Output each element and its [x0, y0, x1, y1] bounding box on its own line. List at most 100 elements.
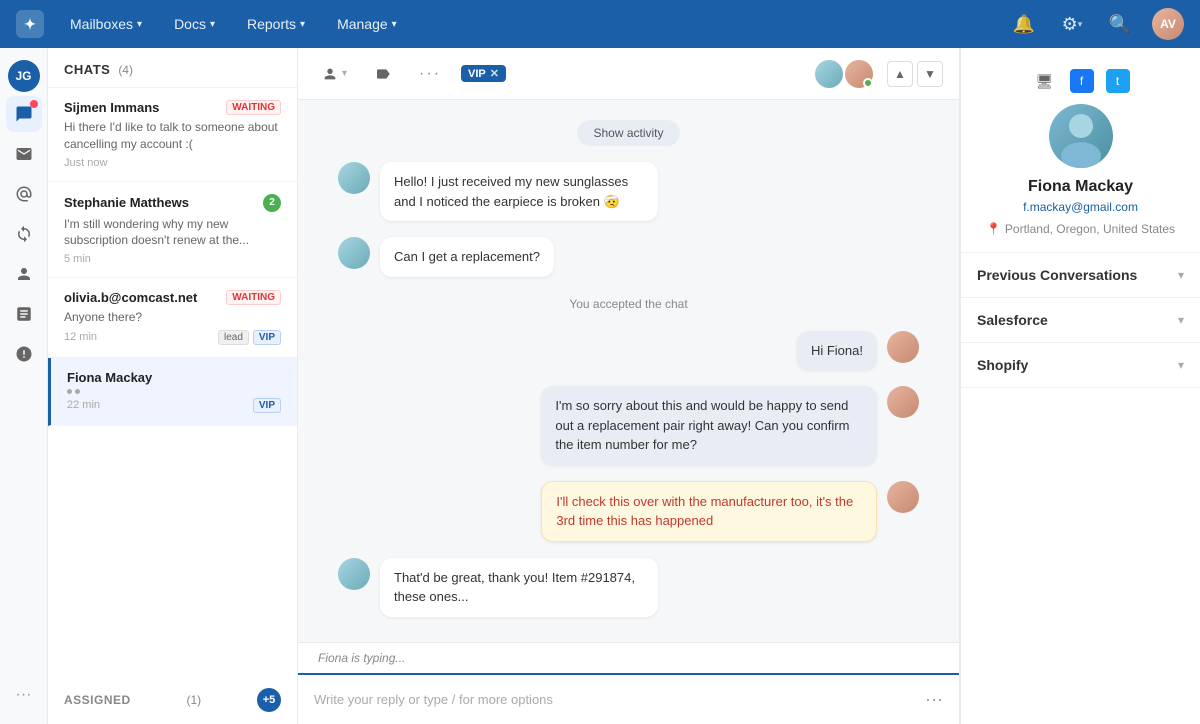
sidebar-item-inbox[interactable]: [6, 136, 42, 172]
system-message: You accepted the chat: [569, 297, 687, 311]
top-navigation: ✦ Mailboxes ▾ Docs ▾ Reports ▾ Manage ▾ …: [0, 0, 1200, 48]
message-bubble-highlight: I'll check this over with the manufactur…: [541, 481, 877, 542]
assigned-plus-button[interactable]: +5: [257, 688, 281, 712]
assigned-count: (1): [187, 693, 202, 707]
chevron-down-icon: ▾: [1178, 313, 1184, 327]
agent-avatar: [843, 58, 875, 90]
vip-header-badge: VIP ✕: [461, 65, 506, 82]
user-avatar-nav[interactable]: AV: [1152, 8, 1184, 40]
message-item: Hello! I just received my new sunglasses…: [338, 162, 658, 221]
chat-item-name: Sijmen Immans: [64, 100, 159, 115]
message-bubble: I'm so sorry about this and would be hap…: [541, 386, 877, 465]
chat-item-time: 5 min: [64, 253, 91, 265]
chat-messages-area: Show activity Hello! I just received my …: [298, 100, 959, 642]
reply-input[interactable]: [314, 692, 915, 707]
chat-item-preview: Hi there I'd like to talk to someone abo…: [64, 119, 281, 153]
typing-indicator: Fiona is typing...: [298, 642, 959, 673]
label-button[interactable]: [367, 61, 399, 87]
previous-conversations-section: Previous Conversations ▾: [961, 253, 1200, 298]
chat-item-preview: Anyone there?: [64, 309, 281, 326]
app-logo[interactable]: ✦: [16, 10, 44, 38]
sidebar-item-reports[interactable]: [6, 296, 42, 332]
chat-item-sijmen[interactable]: Sijmen Immans WAITING Hi there I'd like …: [48, 88, 297, 182]
waiting-badge: WAITING: [226, 100, 281, 115]
shopify-header[interactable]: Shopify ▾: [961, 343, 1200, 387]
chat-item-name: olivia.b@comcast.net: [64, 290, 197, 305]
agent-message-avatar: [887, 331, 919, 363]
chat-header: ▾ ··· VIP ✕ ▲ ▼: [298, 48, 959, 100]
chat-list-panel: CHATS (4) Sijmen Immans WAITING Hi there…: [48, 48, 298, 724]
nav-reports[interactable]: Reports ▾: [241, 12, 311, 36]
agent-message-avatar: [887, 386, 919, 418]
online-indicator: [863, 78, 873, 88]
sidebar-item-refresh[interactable]: [6, 216, 42, 252]
twitter-icon[interactable]: t: [1106, 69, 1130, 93]
chevron-down-icon: ▾: [342, 68, 347, 79]
chat-notification-dot: [30, 100, 38, 108]
show-activity-button[interactable]: Show activity: [577, 120, 679, 146]
assign-button[interactable]: ▾: [314, 61, 355, 87]
chat-item-fiona[interactable]: Fiona Mackay 22 min VIP: [48, 358, 297, 426]
conversation-nav: ▲ ▼: [887, 61, 943, 87]
chat-list-count: (4): [118, 63, 133, 77]
reply-input-area: ···: [298, 673, 959, 724]
chat-item-name: Stephanie Matthews: [64, 195, 189, 210]
nav-docs[interactable]: Docs ▾: [168, 12, 221, 36]
previous-conversations-header[interactable]: Previous Conversations ▾: [961, 253, 1200, 297]
sidebar-item-chats[interactable]: [6, 96, 42, 132]
more-options-button[interactable]: ···: [411, 60, 449, 88]
chat-item-time: 22 min: [67, 399, 100, 411]
typing-dots: [67, 389, 281, 394]
nav-mailboxes[interactable]: Mailboxes ▾: [64, 12, 148, 36]
message-bubble: Hi Fiona!: [797, 331, 877, 371]
message-bubble: Hello! I just received my new sunglasses…: [380, 162, 658, 221]
contact-location: 📍 Portland, Oregon, United States: [986, 222, 1175, 236]
sidebar-more-btn[interactable]: ···: [8, 678, 40, 712]
search-icon[interactable]: 🔍: [1104, 8, 1136, 40]
location-icon: 📍: [986, 222, 1001, 236]
vip-badge: VIP: [253, 398, 281, 413]
customer-message-avatar: [338, 558, 370, 590]
sidebar-item-mentions[interactable]: [6, 176, 42, 212]
chevron-down-icon: ▾: [1178, 268, 1184, 282]
customer-message-avatar: [338, 162, 370, 194]
sidebar-item-contacts[interactable]: [6, 256, 42, 292]
next-conversation-button[interactable]: ▼: [917, 61, 943, 87]
agent-message-avatar: [887, 481, 919, 513]
nav-manage[interactable]: Manage ▾: [331, 12, 403, 36]
chat-item-stephanie[interactable]: Stephanie Matthews 2 I'm still wondering…: [48, 182, 297, 279]
notification-bell[interactable]: 🔔: [1008, 8, 1040, 40]
chat-list-header: CHATS (4): [48, 48, 297, 88]
contact-header: 🖥 f t Fiona Mackay f.mackay@gmail.com 📍 …: [961, 48, 1200, 253]
message-item: Can I get a replacement?: [338, 237, 658, 277]
sidebar-user-avatar[interactable]: JG: [8, 60, 40, 92]
chevron-down-icon: ▾: [392, 19, 397, 30]
contact-avatar: [1049, 104, 1113, 168]
assigned-section: ASSIGNED (1) +5: [48, 676, 297, 724]
message-item: Hi Fiona!: [797, 331, 919, 371]
contact-email[interactable]: f.mackay@gmail.com: [1023, 200, 1138, 214]
chevron-down-icon: ▾: [300, 19, 305, 30]
monitor-icon[interactable]: 🖥: [1032, 68, 1058, 94]
chat-list-title: CHATS: [64, 62, 110, 77]
contact-name: Fiona Mackay: [1028, 178, 1133, 196]
customer-message-avatar: [338, 237, 370, 269]
facebook-icon[interactable]: f: [1070, 69, 1094, 93]
chat-item-olivia[interactable]: olivia.b@comcast.net WAITING Anyone ther…: [48, 278, 297, 358]
reply-more-options-button[interactable]: ···: [925, 689, 943, 710]
customer-avatar: [813, 58, 845, 90]
section-title: Salesforce: [977, 312, 1048, 328]
unread-badge: 2: [263, 194, 281, 212]
waiting-badge: WAITING: [226, 290, 281, 305]
prev-conversation-button[interactable]: ▲: [887, 61, 913, 87]
vip-close-button[interactable]: ✕: [490, 67, 499, 80]
message-item: I'm so sorry about this and would be hap…: [541, 386, 919, 465]
chevron-down-icon: ▾: [1178, 358, 1184, 372]
salesforce-header[interactable]: Salesforce ▾: [961, 298, 1200, 342]
salesforce-section: Salesforce ▾: [961, 298, 1200, 343]
section-title: Shopify: [977, 357, 1028, 373]
settings-icon[interactable]: ⚙ ▾: [1056, 8, 1088, 40]
message-bubble: Can I get a replacement?: [380, 237, 554, 277]
icon-sidebar: JG ···: [0, 48, 48, 724]
sidebar-item-blocked[interactable]: [6, 336, 42, 372]
